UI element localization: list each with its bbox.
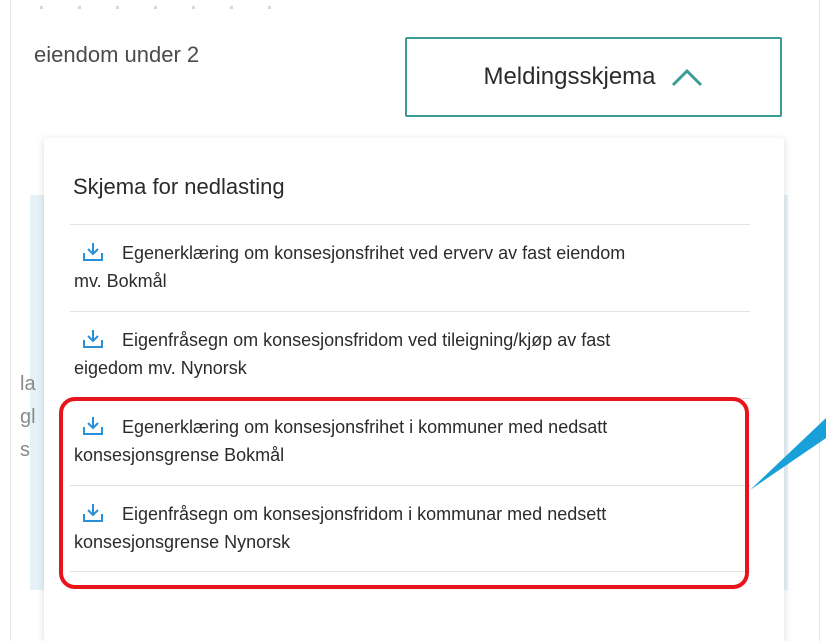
download-icon	[83, 330, 103, 348]
faded-text-line	[40, 6, 280, 9]
chevron-up-icon	[671, 68, 702, 87]
download-icon	[83, 417, 103, 435]
download-icon	[83, 243, 103, 261]
download-item-label-cont: eigedom mv. Nynorsk	[74, 358, 247, 378]
meldingsskjema-label: Meldingsskjema	[483, 63, 656, 90]
download-item-label-cont: mv. Bokmål	[74, 271, 167, 291]
download-item-label-cont: konsesjonsgrense Nynorsk	[74, 532, 291, 552]
download-item-label: Egenerklæring om konsesjonsfrihet ved er…	[122, 243, 626, 263]
download-icon	[83, 504, 103, 522]
side-fragment: s	[20, 439, 30, 461]
dropdown-title: Skjema for nedlasting	[73, 174, 285, 199]
download-item-bokmal[interactable]: Egenerklæring om konsesjonsfrihet ved er…	[70, 224, 750, 311]
download-forms-dropdown: Skjema for nedlasting Egenerklæring om k…	[44, 138, 784, 641]
truncated-text: eiendom under 2	[34, 42, 200, 67]
download-item-nedsett-nynorsk[interactable]: Eigenfråsegn om konsesjonsfridom i kommu…	[70, 485, 750, 572]
side-text-fragments: la gl s	[20, 368, 36, 467]
download-list: Egenerklæring om konsesjonsfrihet ved er…	[70, 224, 750, 572]
meldingsskjema-toggle-button[interactable]: Meldingsskjema	[405, 37, 782, 117]
download-item-label-cont: konsesjonsgrense Bokmål	[74, 445, 285, 465]
download-item-label: Egenerklæring om konsesjonsfrihet i komm…	[122, 417, 608, 437]
download-item-label: Eigenfråsegn om konsesjonsfridom ved til…	[122, 330, 611, 350]
side-fragment: gl	[20, 406, 36, 428]
download-item-nynorsk[interactable]: Eigenfråsegn om konsesjonsfridom ved til…	[70, 311, 750, 398]
side-fragment: la	[20, 373, 36, 395]
download-item-nedsatt-bokmal[interactable]: Egenerklæring om konsesjonsfrihet i komm…	[70, 398, 750, 485]
download-item-label: Eigenfråsegn om konsesjonsfridom i kommu…	[122, 504, 607, 524]
